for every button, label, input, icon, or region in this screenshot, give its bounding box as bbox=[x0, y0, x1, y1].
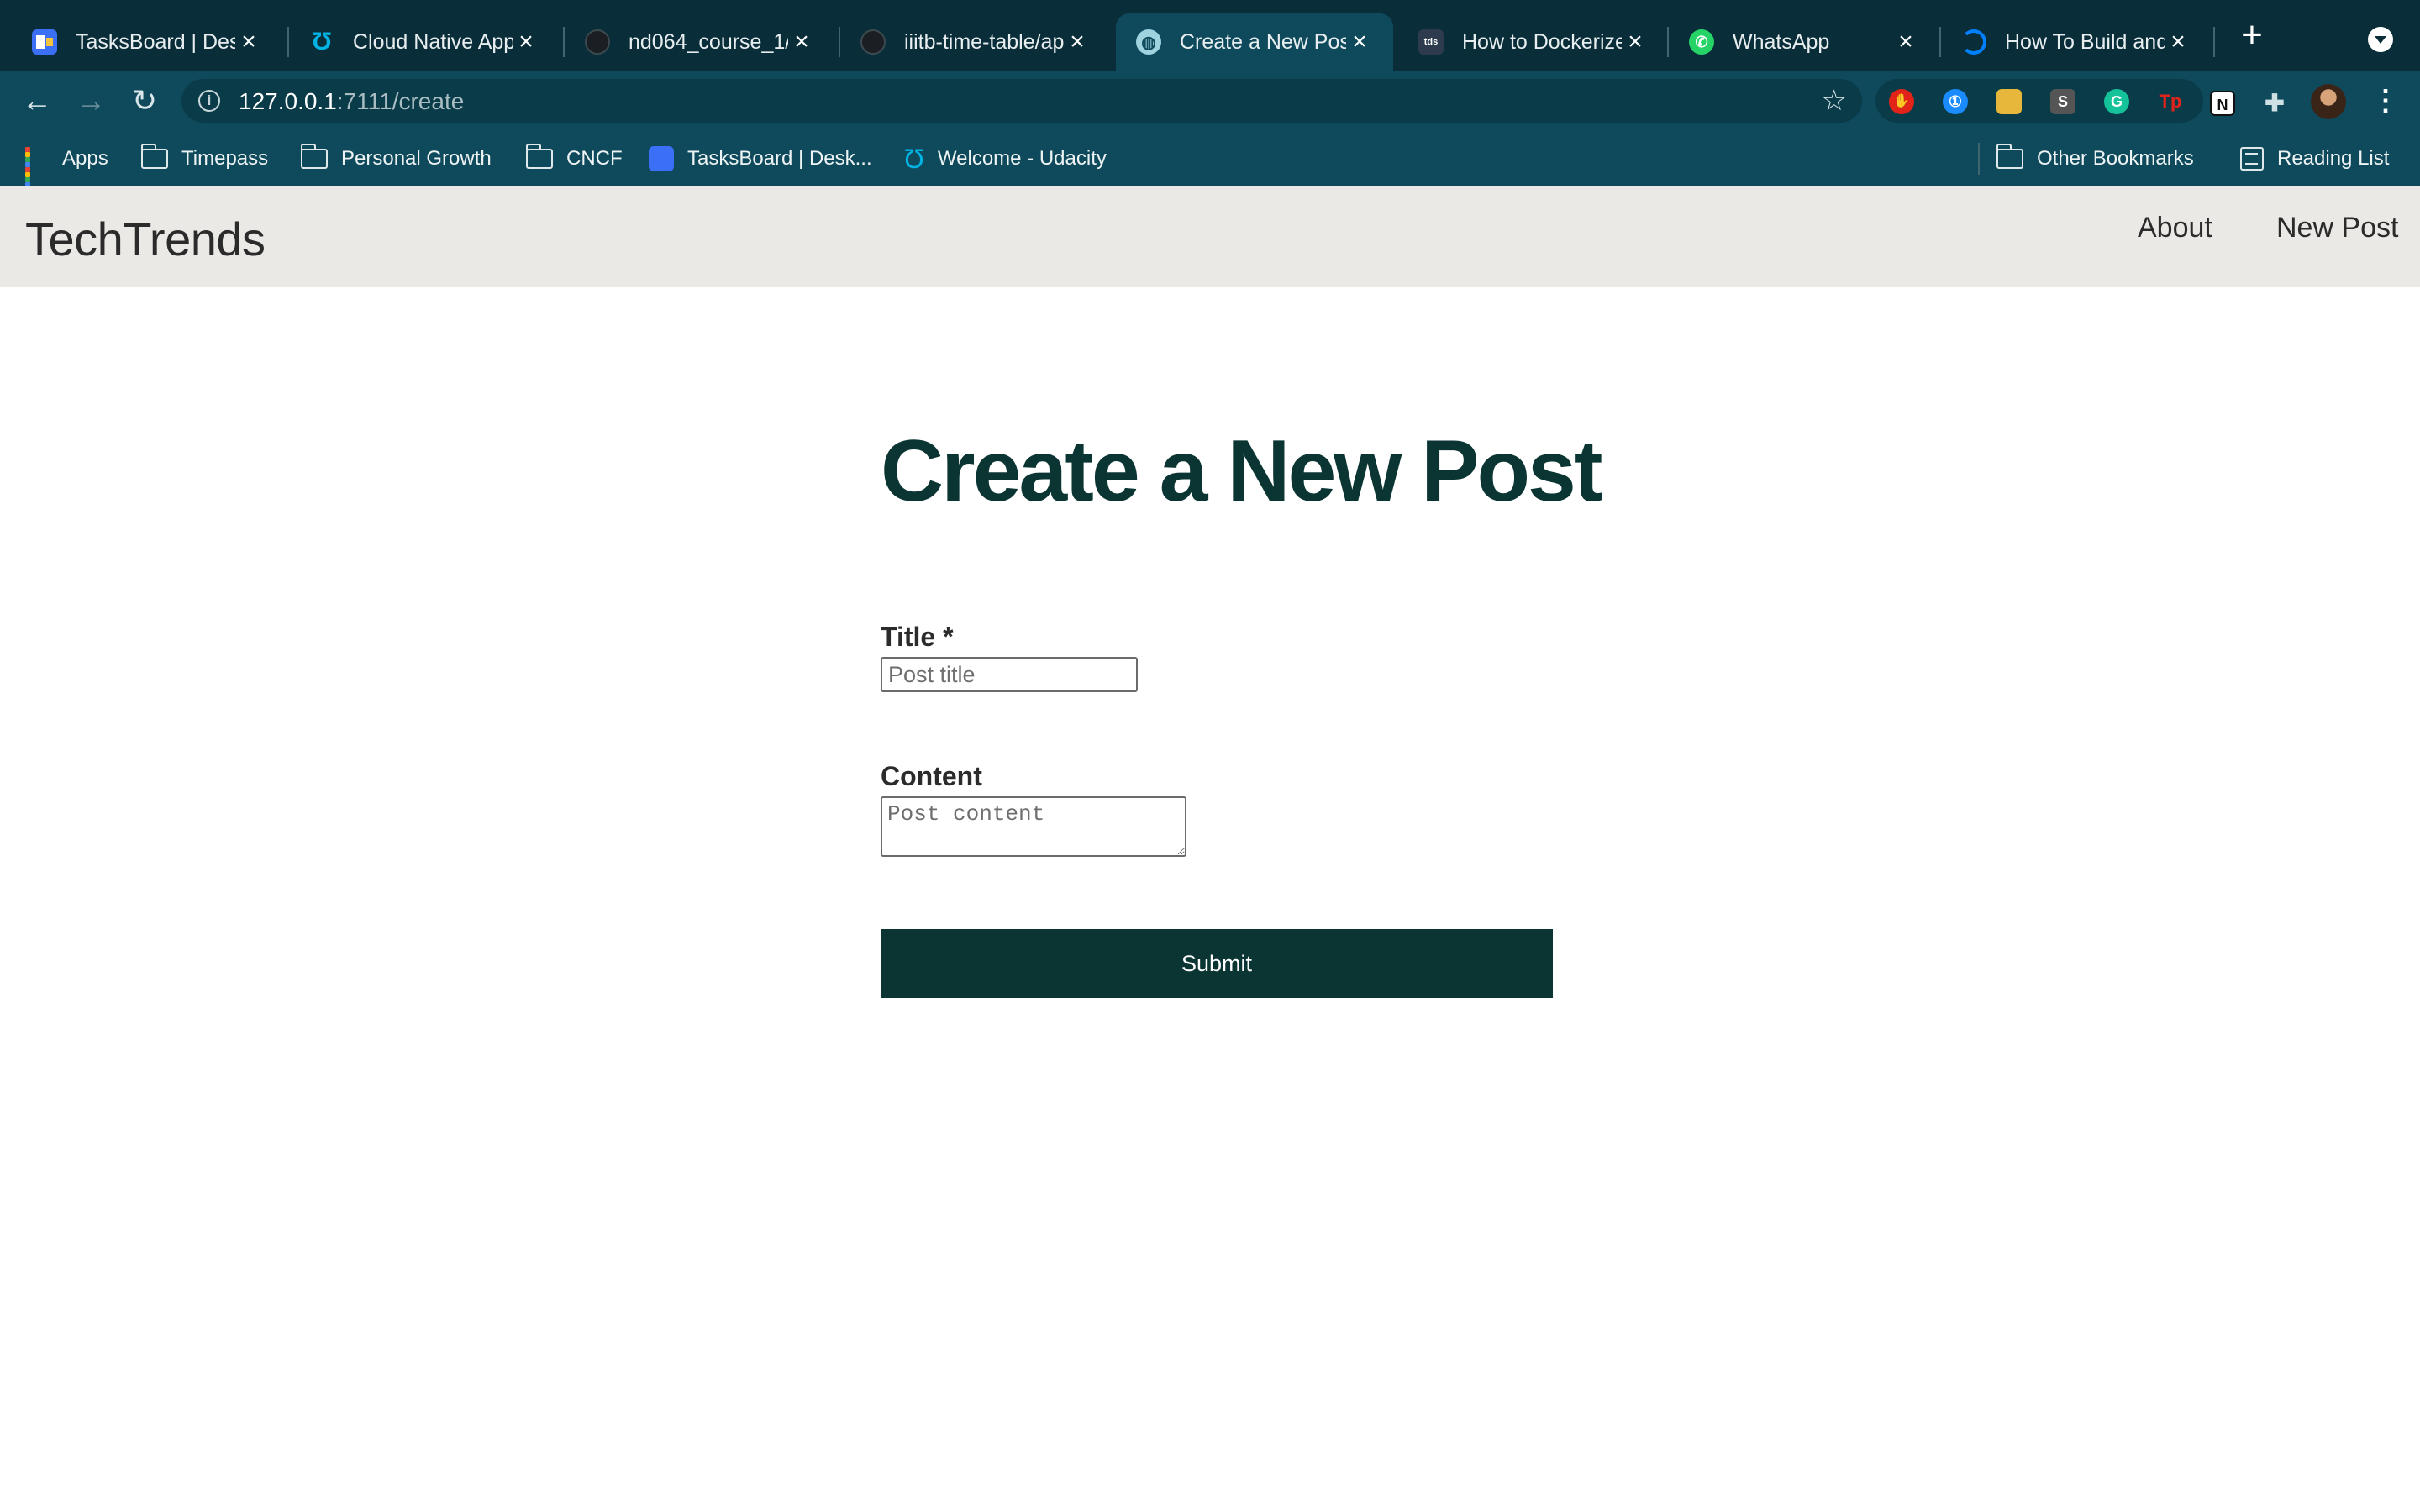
tab-how-to-build[interactable]: How To Build and × bbox=[1941, 13, 2212, 71]
folder-icon bbox=[525, 144, 553, 169]
whatsapp-icon: ✆ bbox=[1689, 29, 1714, 55]
bookmark-other-bookmarks[interactable]: Other Bookmarks bbox=[1996, 144, 2194, 173]
content-textarea[interactable] bbox=[881, 796, 1186, 857]
tds-icon: tds bbox=[1418, 29, 1444, 55]
tp-extension-icon[interactable]: Tp bbox=[2158, 89, 2183, 114]
close-icon[interactable]: × bbox=[513, 28, 539, 56]
tab-title: WhatsApp bbox=[1733, 29, 1830, 54]
url-text[interactable]: 127.0.0.1:7111/create bbox=[239, 88, 464, 115]
adblock-icon[interactable]: ✋ bbox=[1889, 89, 1914, 114]
tab-dockerize[interactable]: tds How to Dockerize × bbox=[1398, 13, 1669, 71]
content-label: Content bbox=[881, 761, 982, 791]
github-icon bbox=[860, 29, 886, 55]
bookmark-tasksboard[interactable]: TasksBoard | Desk... bbox=[649, 144, 872, 173]
address-bar[interactable]: i 127.0.0.1:7111/create ☆ bbox=[182, 79, 1862, 123]
close-icon[interactable]: × bbox=[1346, 28, 1373, 56]
site-brand[interactable]: TechTrends bbox=[25, 212, 266, 266]
bookmark-label: Other Bookmarks bbox=[2037, 147, 2194, 170]
tab-whatsapp[interactable]: ✆ WhatsApp × bbox=[1669, 13, 1939, 71]
bookmark-label: Reading List bbox=[2277, 147, 2390, 170]
tab-title: iiitb-time-table/ap bbox=[904, 29, 1064, 54]
notion-icon[interactable]: N bbox=[2210, 91, 2235, 116]
site-navbar: TechTrends About New Post bbox=[0, 186, 2420, 287]
tab-divider bbox=[2213, 27, 2215, 57]
puzzle-icon[interactable]: ✚ bbox=[2262, 91, 2287, 116]
tab-search-chevron-icon[interactable] bbox=[2368, 27, 2393, 52]
tab-title: nd064_course_1/ bbox=[629, 29, 788, 54]
submit-button[interactable]: Submit bbox=[881, 929, 1553, 998]
new-tab-plus-icon[interactable]: + bbox=[2233, 17, 2270, 55]
udacity-icon: Ʊ bbox=[311, 28, 333, 55]
bookmark-label: Apps bbox=[62, 147, 108, 170]
bookmarks-divider bbox=[1978, 143, 1980, 175]
tab-cloud-native[interactable]: Ʊ Cloud Native App × bbox=[289, 13, 560, 71]
tab-title: How to Dockerize bbox=[1462, 29, 1622, 54]
bookmark-folder-timepass[interactable]: Timepass bbox=[140, 144, 269, 173]
tab-title: TasksBoard | Desk bbox=[76, 29, 235, 54]
site-info-icon[interactable]: i bbox=[198, 90, 220, 112]
folder-icon bbox=[1996, 144, 2023, 169]
bookmark-label: CNCF bbox=[566, 147, 623, 170]
onepassword-icon[interactable]: ① bbox=[1943, 89, 1968, 114]
udacity-icon: Ʊ bbox=[904, 143, 924, 174]
nav-new-post-link[interactable]: New Post bbox=[2276, 212, 2399, 244]
extensions-area: ✋ ① S G Tp bbox=[1876, 79, 2203, 123]
url-host: 127.0.0.1 bbox=[239, 88, 337, 114]
bookmark-folder-cncf[interactable]: CNCF bbox=[525, 144, 623, 173]
bookmark-reading-list[interactable]: Reading List bbox=[2240, 144, 2389, 173]
close-icon[interactable]: × bbox=[2165, 28, 2191, 56]
back-arrow-icon[interactable]: ← bbox=[18, 82, 55, 119]
title-input[interactable] bbox=[881, 657, 1138, 692]
browser-toolbar: ← → ↻ i 127.0.0.1:7111/create ☆ ✋ ① S G … bbox=[0, 71, 2420, 131]
grammarly-icon[interactable]: G bbox=[2104, 89, 2129, 114]
close-icon[interactable]: × bbox=[1064, 28, 1091, 56]
bookmark-label: Welcome - Udacity bbox=[937, 147, 1107, 170]
tab-tasksboard[interactable]: TasksBoard | Desk × bbox=[12, 13, 282, 71]
bookmark-star-icon[interactable]: ☆ bbox=[1822, 84, 1847, 118]
bookmark-folder-personal-growth[interactable]: Personal Growth bbox=[300, 144, 492, 173]
s-extension-icon[interactable]: S bbox=[2050, 89, 2075, 114]
folder-icon bbox=[140, 144, 168, 169]
page-title: Create a New Post bbox=[881, 423, 1602, 520]
github-icon bbox=[585, 29, 610, 55]
image-extension-icon[interactable] bbox=[1996, 89, 2022, 114]
tab-strip: TasksBoard | Desk × Ʊ Cloud Native App ×… bbox=[0, 0, 2420, 71]
tab-create-new-post[interactable]: ◍ Create a New Pos × bbox=[1116, 13, 1393, 71]
bookmark-label: Personal Growth bbox=[341, 147, 492, 170]
tasksboard-icon bbox=[649, 146, 674, 171]
title-label: Title * bbox=[881, 622, 954, 652]
digitalocean-icon bbox=[1961, 29, 1986, 55]
bookmark-udacity[interactable]: Ʊ Welcome - Udacity bbox=[904, 143, 1107, 174]
tab-title: Cloud Native App bbox=[353, 29, 513, 54]
close-icon[interactable]: × bbox=[788, 28, 815, 56]
close-icon[interactable]: × bbox=[1622, 28, 1649, 56]
folder-icon bbox=[300, 144, 328, 169]
apps-grid-icon bbox=[25, 147, 49, 192]
bookmark-label: Timepass bbox=[182, 147, 269, 170]
avatar[interactable] bbox=[2311, 84, 2346, 119]
tab-title: Create a New Pos bbox=[1180, 29, 1346, 54]
bookmarks-bar: Apps Timepass Personal Growth CNCF Tasks… bbox=[0, 131, 2420, 192]
tab-title: How To Build and bbox=[2005, 29, 2165, 54]
forward-arrow-icon[interactable]: → bbox=[72, 82, 109, 119]
tasksboard-icon bbox=[32, 29, 57, 55]
reload-icon[interactable]: ↻ bbox=[126, 82, 163, 119]
tab-iiitb-time-table[interactable]: iiitb-time-table/ap × bbox=[840, 13, 1111, 71]
bookmark-label: TasksBoard | Desk... bbox=[687, 147, 872, 170]
globe-icon: ◍ bbox=[1136, 29, 1161, 55]
bookmark-apps[interactable]: Apps bbox=[25, 144, 108, 192]
url-path: :7111/create bbox=[336, 88, 465, 114]
nav-about-link[interactable]: About bbox=[2138, 212, 2212, 244]
more-vertical-icon[interactable]: ⋮ bbox=[2371, 86, 2400, 118]
tab-nd064-course[interactable]: nd064_course_1/ × bbox=[565, 13, 835, 71]
close-icon[interactable]: × bbox=[1892, 28, 1919, 56]
close-icon[interactable]: × bbox=[235, 28, 262, 56]
reading-list-icon bbox=[2240, 147, 2264, 171]
